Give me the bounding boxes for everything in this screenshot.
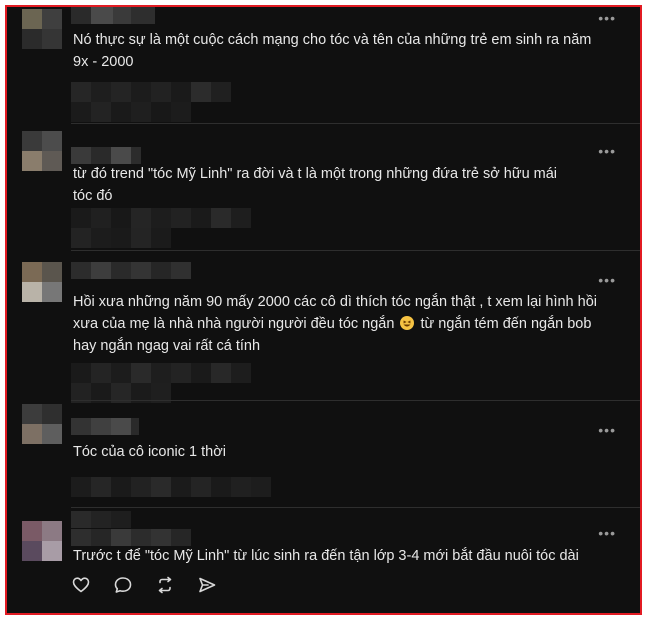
more-options-button[interactable]: ••• (598, 423, 616, 437)
grinning-squint-emoji-icon (400, 316, 415, 330)
comment-meta-blurred (71, 477, 271, 497)
username-blurred[interactable] (71, 262, 191, 279)
avatar[interactable] (22, 404, 62, 444)
comment-item: ••• Trước t để "tóc Mỹ Linh" từ lúc sinh… (7, 507, 640, 613)
comment-item: ••• từ đó trend "tóc Mỹ Linh" ra đời và … (7, 123, 640, 250)
heart-icon[interactable] (71, 575, 91, 595)
avatar[interactable] (22, 521, 62, 561)
comment-actions (71, 575, 217, 595)
more-options-button[interactable]: ••• (598, 273, 616, 287)
avatar[interactable] (22, 9, 62, 49)
username-blurred (71, 529, 191, 546)
comment-text: Hồi xưa những năm 90 mấy 2000 các cô dì … (73, 294, 597, 354)
comment-text: Trước t để "tóc Mỹ Linh" từ lúc sinh ra … (73, 548, 579, 564)
username-blurred[interactable] (71, 147, 141, 164)
comment-item: ••• Tóc của cô iconic 1 thời (7, 400, 640, 507)
comment-meta-blurred (71, 82, 241, 122)
repost-icon[interactable] (155, 575, 175, 595)
avatar[interactable] (22, 262, 62, 302)
comment-item: ••• Nó thực sự là một cuộc cách mạng cho… (7, 7, 640, 123)
comment-meta-blurred (71, 363, 251, 403)
comment-item: ••• Hồi xưa những năm 90 mấy 2000 các cô… (7, 250, 640, 403)
comment-bubble-icon[interactable] (113, 575, 133, 595)
comment-text: Tóc của cô iconic 1 thời (73, 444, 226, 460)
comment-text: từ đó trend "tóc Mỹ Linh" ra đời và t là… (73, 166, 558, 204)
username-blurred[interactable] (71, 7, 155, 24)
more-options-button[interactable]: ••• (598, 11, 616, 25)
comments-panel: ••• Nó thực sự là một cuộc cách mạng cho… (5, 5, 642, 615)
comment-text: Nó thực sự là một cuộc cách mạng cho tóc… (73, 32, 592, 70)
username-blurred[interactable] (71, 418, 139, 435)
send-icon[interactable] (197, 575, 217, 595)
more-options-button[interactable]: ••• (598, 144, 616, 158)
comment-meta-blurred (71, 208, 251, 248)
more-options-button[interactable]: ••• (598, 526, 616, 540)
avatar[interactable] (22, 131, 62, 171)
username-blurred[interactable] (71, 511, 131, 528)
